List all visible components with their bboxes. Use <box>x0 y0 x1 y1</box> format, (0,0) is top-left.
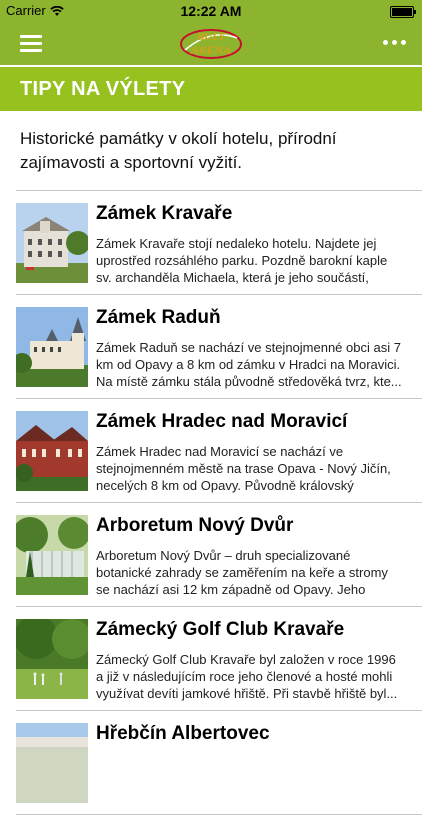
item-description: Zámek Kravaře stojí nedaleko hotelu. Naj… <box>96 236 388 285</box>
list-item[interactable]: Zámecký Golf Club Kravaře Zámecký Golf C… <box>16 607 422 711</box>
battery-icon <box>390 6 416 18</box>
list-item[interactable]: Arboretum Nový Dvůr Arboretum Nový Dvůr … <box>16 503 422 607</box>
item-description: Zámek Raduň se nachází ve stejnojmenné o… <box>96 340 402 389</box>
item-title: Zámek Kravaře <box>96 203 233 224</box>
thumbnail-image <box>16 619 88 699</box>
nav-bar: BULY ARENA <box>0 22 422 65</box>
list-item[interactable]: Zámek Raduň Zámek Raduň se nachází ve st… <box>16 295 422 399</box>
thumbnail-image <box>16 307 88 387</box>
thumbnail-image <box>16 723 88 803</box>
thumbnail-image <box>16 515 88 595</box>
item-description <box>96 755 402 806</box>
item-title: Zámek Hradec nad Moravicí <box>96 411 348 432</box>
item-title: Zámek Raduň <box>96 307 221 328</box>
menu-icon[interactable] <box>20 35 42 52</box>
thumbnail-image <box>16 203 88 283</box>
status-time: 12:22 AM <box>180 3 242 19</box>
item-title: Zámecký Golf Club Kravaře <box>96 619 345 640</box>
item-description: Arboretum Nový Dvůr – druh specializovan… <box>96 548 388 597</box>
section-title: TIPY NA VÝLETY <box>0 67 422 111</box>
trip-list: Zámek Kravaře Zámek Kravaře stojí nedale… <box>0 191 422 815</box>
intro-text: Historické památky v okolí hotelu, příro… <box>20 129 337 172</box>
list-item[interactable]: Zámek Kravaře Zámek Kravaře stojí nedale… <box>16 191 422 295</box>
list-item[interactable]: Zámek Hradec nad Moravicí Zámek Hradec n… <box>16 399 422 503</box>
thumbnail-image <box>16 411 88 491</box>
status-bar: Carrier 12:22 AM <box>0 0 422 22</box>
list-item[interactable]: Hřebčín Albertovec <box>16 711 422 815</box>
more-options-icon[interactable] <box>383 40 406 45</box>
item-title: Hřebčín Albertovec <box>96 723 270 744</box>
item-title: Arboretum Nový Dvůr <box>96 515 294 536</box>
logo-text-bottom: ARENA <box>190 43 232 57</box>
app-logo: BULY ARENA <box>180 29 242 59</box>
item-description: Zámek Hradec nad Moravicí se nachází ve … <box>96 444 391 493</box>
logo-text-top: BULY <box>196 31 227 43</box>
item-description: Zámecký Golf Club Kravaře byl založen v … <box>96 652 398 701</box>
